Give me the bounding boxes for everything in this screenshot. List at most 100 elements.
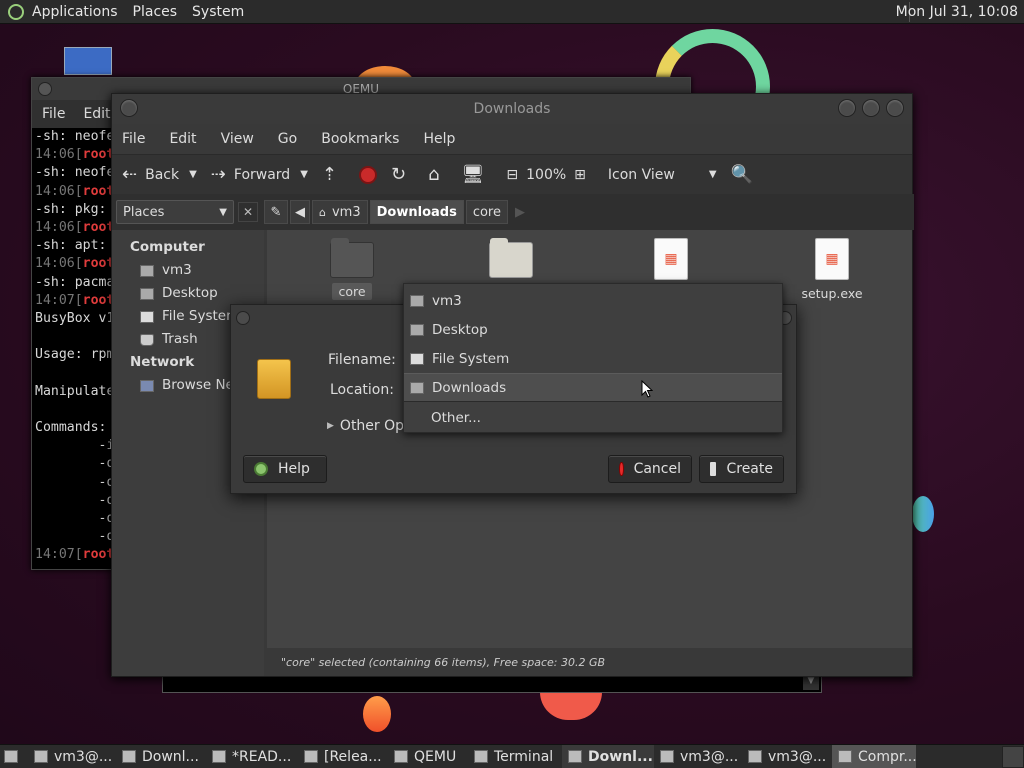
taskbar-task-button[interactable]: [Relea... <box>298 745 388 768</box>
crumb-vm3[interactable]: ⌂ vm3 <box>312 200 368 224</box>
wallpaper-blue-shape <box>912 496 934 532</box>
taskbar-task-button[interactable]: vm3@... <box>654 745 742 768</box>
sidebar-item-label: vm3 <box>162 262 192 278</box>
forward-button[interactable]: ⇢ Forward ▼ <box>211 164 308 185</box>
folder-icon <box>410 381 424 394</box>
computer-button[interactable]: 🖥 <box>462 164 493 185</box>
computer-icon: 🖥 <box>461 164 485 185</box>
location-option-file-system[interactable]: File System <box>404 344 782 373</box>
show-desktop-button[interactable] <box>0 745 28 768</box>
back-label: Back <box>145 166 180 183</box>
window-menu-button[interactable] <box>38 82 52 96</box>
file-manager-titlebar[interactable]: Downloads <box>112 94 912 124</box>
zoom-level: 100% <box>526 166 567 183</box>
taskbar-task-button[interactable]: Compr... <box>832 744 916 768</box>
home-icon: ⌂ <box>319 205 326 219</box>
menu-file[interactable]: File <box>122 131 145 147</box>
window-menu-button[interactable] <box>120 99 138 117</box>
executable-file-icon: ▦ <box>815 238 849 280</box>
panel-clock[interactable]: Mon Jul 31, 10:08 <box>896 4 1018 20</box>
cancel-button-label: Cancel <box>633 461 681 477</box>
location-label: Location: <box>330 382 394 398</box>
desktop-window-thumbnail[interactable] <box>64 47 112 75</box>
crumb-right-arrow-icon[interactable]: ▶ <box>510 200 530 224</box>
back-history-dropdown-icon[interactable]: ▼ <box>189 169 197 180</box>
back-arrow-icon: ⇠ <box>122 164 138 185</box>
create-button[interactable]: Create <box>699 455 784 483</box>
up-button[interactable]: ⇡ <box>322 164 345 185</box>
zoom-out-icon[interactable]: ⊟ <box>506 167 518 183</box>
places-menu[interactable]: Places <box>133 4 178 20</box>
sidebar-mode-select[interactable]: Places ▼ <box>116 200 234 224</box>
path-bar: Places ▼ ✕ ✎ ◀ ⌂ vm3 Downloads core ▶ <box>112 194 914 230</box>
sidebar-item-label: Desktop <box>162 285 218 301</box>
stop-button[interactable] <box>359 165 377 184</box>
back-button[interactable]: ⇠ Back ▼ <box>122 164 197 185</box>
close-button[interactable] <box>886 99 904 117</box>
sidebar-item-label: File System <box>162 308 240 324</box>
applications-menu[interactable]: Applications <box>32 4 118 20</box>
executable-file-icon: ▦ <box>654 238 688 280</box>
file-item-executable[interactable]: ▦ <box>621 238 721 286</box>
sidebar-item-desktop[interactable]: Desktop <box>112 282 264 305</box>
task-app-icon <box>122 750 136 763</box>
file-item-folder[interactable] <box>461 238 561 284</box>
help-button[interactable]: Help <box>243 455 327 483</box>
location-option-desktop[interactable]: Desktop <box>404 315 782 344</box>
taskbar-task-button[interactable]: Downl... <box>562 744 654 768</box>
other-options-expander[interactable]: ▶ Other Opti <box>327 418 413 434</box>
home-button[interactable]: ⌂ <box>428 164 447 185</box>
zoom-in-icon[interactable]: ⊞ <box>574 167 586 183</box>
workspace-switcher[interactable] <box>1002 745 1024 768</box>
minimize-button[interactable] <box>838 99 856 117</box>
crumb-core[interactable]: core <box>465 200 508 224</box>
taskbar-task-button[interactable]: Downl... <box>116 745 206 768</box>
crumb-downloads[interactable]: Downloads <box>369 200 464 224</box>
search-button[interactable]: 🔍 <box>731 164 761 185</box>
terminal-menu-file[interactable]: File <box>42 106 65 122</box>
sidebar-heading-computer: Computer <box>130 239 205 255</box>
file-item-core[interactable]: core <box>302 238 402 300</box>
drive-icon <box>140 310 154 323</box>
view-mode-select[interactable]: Icon View ▼ <box>608 167 717 183</box>
location-option-other[interactable]: Other... <box>404 403 782 432</box>
taskbar-task-button[interactable]: QEMU <box>388 745 468 768</box>
menu-go[interactable]: Go <box>278 131 297 147</box>
folder-icon <box>330 238 374 278</box>
location-option-vm3[interactable]: vm3 <box>404 286 782 315</box>
location-option-downloads[interactable]: Downloads <box>404 373 782 402</box>
scroll-down-icon[interactable]: ▼ <box>803 676 819 690</box>
crumb-left-arrow-icon[interactable]: ◀ <box>290 200 310 224</box>
sidebar-item-vm3[interactable]: vm3 <box>112 259 264 282</box>
taskbar-task-button[interactable]: Terminal <box>468 745 562 768</box>
trash-icon <box>140 333 154 346</box>
taskbar-task-button[interactable]: vm3@... <box>742 745 832 768</box>
window-title: Downloads <box>473 101 551 117</box>
distro-logo-icon[interactable] <box>8 3 24 20</box>
task-list: vm3@... Downl... *READ... [Relea... QEMU Term… <box>28 744 916 768</box>
terminal-menu-edit[interactable]: Edit <box>83 106 110 122</box>
zoom-control[interactable]: ⊟ 100% ⊞ <box>506 167 594 183</box>
reload-button[interactable]: ↻ <box>391 164 414 185</box>
edit-location-button[interactable]: ✎ <box>264 200 288 224</box>
menu-help[interactable]: Help <box>423 131 455 147</box>
task-app-icon <box>212 750 226 763</box>
file-item-setup-exe[interactable]: ▦ setup.exe <box>782 238 882 301</box>
create-icon <box>710 462 717 476</box>
forward-history-dropdown-icon[interactable]: ▼ <box>300 169 308 180</box>
menu-edit[interactable]: Edit <box>169 131 196 147</box>
maximize-button[interactable] <box>862 99 880 117</box>
menu-view[interactable]: View <box>221 131 254 147</box>
cancel-button[interactable]: Cancel <box>608 455 692 483</box>
task-app-icon <box>748 750 762 763</box>
window-menu-button[interactable] <box>236 311 250 325</box>
chevron-down-icon: ▼ <box>219 206 227 218</box>
close-sidebar-icon[interactable]: ✕ <box>238 202 258 222</box>
taskbar-task-button[interactable]: *READ... <box>206 745 298 768</box>
system-menu[interactable]: System <box>192 4 244 20</box>
taskbar-task-button[interactable]: vm3@... <box>28 745 116 768</box>
menu-bookmarks[interactable]: Bookmarks <box>321 131 399 147</box>
file-name: core <box>332 283 372 300</box>
task-app-icon <box>474 750 488 763</box>
search-icon: 🔍 <box>730 164 753 185</box>
